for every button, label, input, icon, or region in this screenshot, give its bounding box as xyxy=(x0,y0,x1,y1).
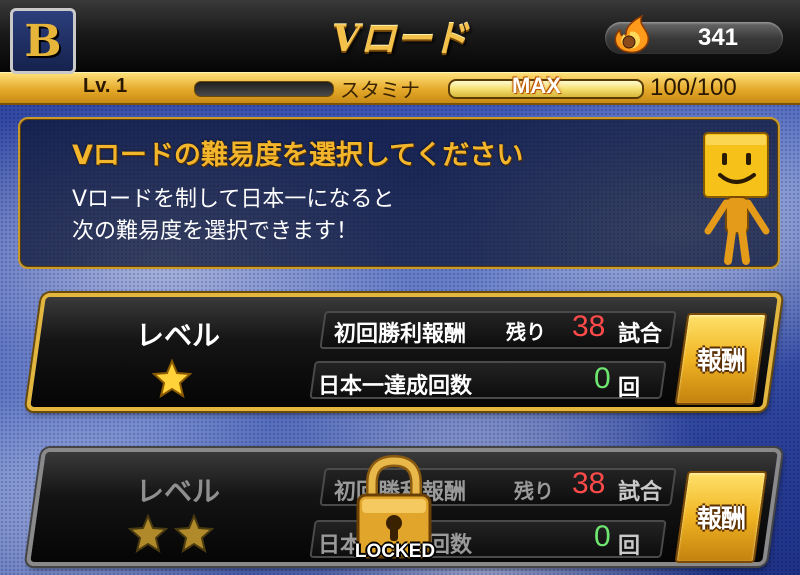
status-strip: Lv. 1 スタミナ MAX 100/100 xyxy=(0,72,800,105)
mascot-icon xyxy=(703,132,770,265)
coin-count: 341 xyxy=(697,24,739,51)
level-card-2-reward-button[interactable]: 報酬 xyxy=(674,471,768,563)
level-progress-bar xyxy=(194,81,334,97)
info-panel: Vロードの難易度を選択してください Vロードを制して日本一になると 次の難易度を… xyxy=(18,117,780,269)
level-card-2-games-unit: 試合 xyxy=(618,480,663,505)
stamina-value: 100/100 xyxy=(650,74,737,101)
info-line-2: 次の難易度を選択できます！ xyxy=(72,219,359,244)
level-card-1-reward-label: 初回勝利報酬 xyxy=(334,322,467,347)
level-card-2-remaining-count: 38 xyxy=(572,467,606,500)
team-logo-icon: B xyxy=(24,15,62,67)
level-card-2-remaining-label: 残り xyxy=(514,479,554,503)
team-logo-button[interactable]: B xyxy=(10,8,76,74)
level-card-1-games-unit: 試合 xyxy=(618,322,663,347)
stamina-max-badge: MAX xyxy=(512,73,561,98)
level-card-1-label: レベル xyxy=(135,319,220,352)
level-card-1-champion-count: 0 xyxy=(594,362,611,395)
level-card-1-remaining-count: 38 xyxy=(572,310,606,343)
star-icon xyxy=(128,514,168,554)
level-card-1-times-unit: 回 xyxy=(618,376,641,401)
level-card-2-label: レベル xyxy=(135,475,220,508)
info-title: Vロードの難易度を選択してください xyxy=(72,140,524,171)
stamina-label: スタミナ xyxy=(340,78,420,102)
level-card-1-remaining-label: 残り xyxy=(506,320,546,344)
player-level: Lv. 1 xyxy=(83,75,128,97)
info-line-1: Vロードを制して日本一になると xyxy=(72,187,395,212)
reward-button-label: 報酬 xyxy=(696,346,745,375)
level-card-1-reward-button[interactable]: 報酬 xyxy=(674,313,768,405)
star-icon xyxy=(174,514,214,554)
fire-ball-icon xyxy=(614,14,649,54)
level-card-1-champion-label: 日本一達成回数 xyxy=(318,374,473,399)
reward-button-label: 報酬 xyxy=(696,504,745,533)
star-icon xyxy=(152,359,192,399)
locked-label: LOCKED xyxy=(354,541,436,562)
level-card-2-times-unit: 回 xyxy=(618,534,641,559)
level-card-2-champion-count: 0 xyxy=(594,520,611,553)
